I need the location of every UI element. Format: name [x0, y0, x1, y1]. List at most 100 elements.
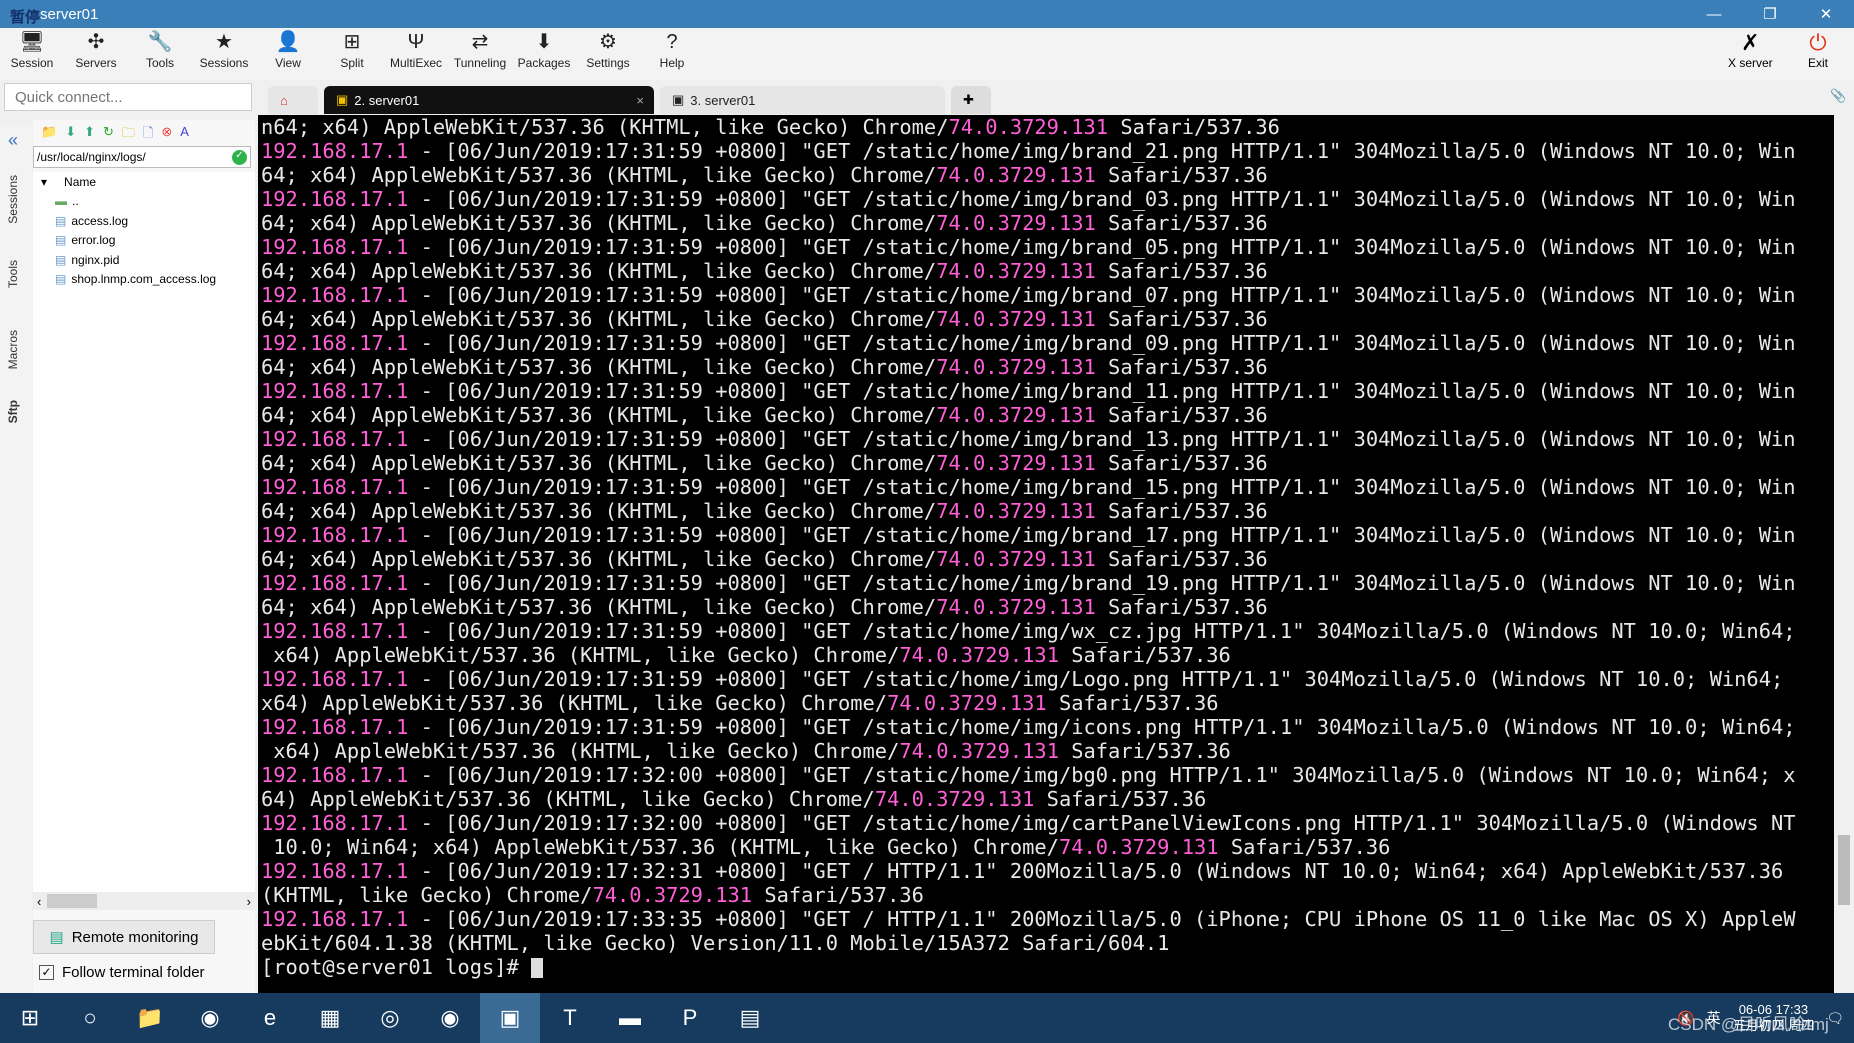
toolbar-label: Tools	[145, 56, 174, 70]
terminal-line-row: 192.168.17.1 - [06/Jun/2019:17:31:59 +08…	[258, 187, 1834, 211]
terminal-line-row: 192.168.17.1 - [06/Jun/2019:17:31:59 +08…	[258, 139, 1834, 163]
file-item[interactable]: ▤ shop.lnmp.com_access.log	[33, 270, 255, 290]
close-button[interactable]: ✕	[1798, 0, 1854, 28]
terminal-line: 192.168.17.1 - [06/Jun/2019:17:32:00 +08…	[261, 811, 1796, 835]
download-icon[interactable]: ⬇	[65, 124, 76, 140]
toolbar-servers-button[interactable]: ✣ Servers	[64, 28, 128, 80]
pdf-icon[interactable]: P	[660, 993, 720, 1043]
chrome-icon[interactable]: ◎	[360, 993, 420, 1043]
refresh-icon[interactable]: ↻	[103, 124, 114, 140]
file-item[interactable]: ▤ nginx.pid	[33, 250, 255, 270]
tab-server01-2[interactable]: ▣ 2. server01 ×	[324, 86, 654, 114]
parent-folder-icon[interactable]: 📁	[41, 124, 57, 140]
terminal-line: (KHTML, like Gecko) Chrome/74.0.3729.131…	[261, 883, 924, 907]
monitor-icon: ▤	[49, 929, 64, 946]
path-ok-icon[interactable]: ✓	[232, 150, 247, 165]
terminal-prompt[interactable]: [root@server01 logs]#	[258, 955, 1834, 979]
toolbar-label: Packages	[517, 56, 571, 70]
toolbar-multiexec-button[interactable]: Ψ MultiExec	[384, 28, 448, 80]
side-tab-sessions[interactable]: Sessions	[6, 175, 20, 224]
toolbar-session-button[interactable]: 🖥 Session	[0, 28, 64, 80]
exit-button[interactable]: ⏻ Exit	[1808, 30, 1828, 70]
side-tab-tools[interactable]: Tools	[6, 260, 20, 288]
side-tab-macros[interactable]: Macros	[6, 330, 20, 369]
file-item[interactable]: ▤ error.log	[33, 231, 255, 251]
terminal-line: 192.168.17.1 - [06/Jun/2019:17:31:59 +08…	[261, 427, 1796, 451]
start-icon[interactable]: ⊞	[0, 993, 60, 1043]
home-icon: ⌂	[280, 92, 288, 108]
attachment-icon[interactable]: 📎	[1830, 88, 1846, 104]
edge-icon[interactable]: e	[240, 993, 300, 1043]
horizontal-scrollbar[interactable]: ‹ ›	[33, 892, 255, 910]
mobaxterm-icon[interactable]: ▣	[480, 993, 540, 1043]
prompt-text: [root@server01 logs]#	[261, 955, 532, 979]
toolbar-tunneling-button[interactable]: ⇄ Tunneling	[448, 28, 512, 80]
toolbar-tools-button[interactable]: 🔧 Tools	[128, 28, 192, 80]
new-folder-icon[interactable]: 🗀	[122, 124, 135, 140]
terminal-line-row: 192.168.17.1 - [06/Jun/2019:17:31:59 +08…	[258, 475, 1834, 499]
toolbar-help-button[interactable]: ? Help	[640, 28, 704, 80]
new-tab-button[interactable]: ✚	[951, 86, 991, 114]
power-icon: ⏻	[1809, 30, 1827, 55]
tab-label: 3. server01	[690, 92, 756, 108]
close-tab-button[interactable]: ×	[636, 93, 644, 108]
terminal-line-row: 192.168.17.1 - [06/Jun/2019:17:31:59 +08…	[258, 235, 1834, 259]
terminal-icon[interactable]: ▬	[600, 993, 660, 1043]
main-toolbar: 🖥 Session ✣ Servers 🔧 Tools ★ Sessions 👤 View ⊞ Spl…	[0, 28, 1854, 80]
toolbar-view-button[interactable]: 👤 View	[256, 28, 320, 80]
side-tab-sftp[interactable]: Sftp	[6, 400, 20, 423]
name-column-header[interactable]: ▾ Name	[33, 172, 255, 192]
typora-icon[interactable]: T	[540, 993, 600, 1043]
app-icon[interactable]: ◉	[420, 993, 480, 1043]
notepad-icon[interactable]: ▤	[720, 993, 780, 1043]
title-bar: server01 暂停 — ❐ ✕	[0, 0, 1854, 28]
sftp-path-field[interactable]: /usr/local/nginx/logs/ ✓	[33, 146, 251, 168]
rename-icon[interactable]: A	[180, 124, 189, 140]
search-icon[interactable]: ○	[60, 993, 120, 1043]
minimize-button[interactable]: —	[1686, 0, 1742, 28]
terminal-line-row: 192.168.17.1 - [06/Jun/2019:17:31:59 +08…	[258, 715, 1834, 739]
toolbar-label: View	[275, 56, 301, 70]
quick-connect-input[interactable]	[4, 83, 252, 111]
toolbar-packages-button[interactable]: ⬇ Packages	[512, 28, 576, 80]
toolbar-split-button[interactable]: ⊞ Split	[320, 28, 384, 80]
file-item[interactable]: ▬..	[33, 192, 255, 212]
terminal-scrollbar[interactable]	[1834, 115, 1854, 993]
terminal-line: 192.168.17.1 - [06/Jun/2019:17:32:00 +08…	[261, 763, 1796, 787]
xserver-button[interactable]: ✗ X server	[1728, 30, 1773, 70]
terminal-line-row: 192.168.17.1 - [06/Jun/2019:17:31:59 +08…	[258, 571, 1834, 595]
terminal[interactable]: n64; x64) AppleWebKit/537.36 (KHTML, lik…	[258, 115, 1834, 993]
terminal-line: 64; x64) AppleWebKit/537.36 (KHTML, like…	[261, 355, 1268, 379]
checkbox[interactable]: ✓	[39, 965, 54, 980]
terminal-line-row: 64; x64) AppleWebKit/537.36 (KHTML, like…	[258, 547, 1834, 571]
file-name: shop.lnmp.com_access.log	[71, 272, 217, 287]
sftp-panel: 📁 ⬇ ⬆ ↻ 🗀 🗋 ⊗ A /usr/local/nginx/logs/ ✓ …	[33, 120, 255, 993]
terminal-line-row: 64; x64) AppleWebKit/537.36 (KHTML, like…	[258, 499, 1834, 523]
file-item[interactable]: ▤ access.log	[33, 211, 255, 231]
collapse-icon[interactable]: «	[8, 130, 18, 151]
restore-button[interactable]: ❐	[1742, 0, 1798, 28]
new-file-icon[interactable]: 🗋	[143, 124, 153, 140]
home-tab[interactable]: ⌂	[268, 86, 318, 114]
toolbar-label: Split	[340, 56, 364, 70]
toolbar-settings-button[interactable]: ⚙ Settings	[576, 28, 640, 80]
follow-terminal-checkbox[interactable]: ✓ Follow terminal folder	[33, 964, 255, 981]
delete-icon[interactable]: ⊗	[161, 124, 172, 140]
file-explorer-icon[interactable]: 📁	[120, 993, 180, 1043]
tab-server01-3[interactable]: ▣ 3. server01	[660, 86, 945, 114]
terminal-line-row: 192.168.17.1 - [06/Jun/2019:17:31:59 +08…	[258, 379, 1834, 403]
remote-monitoring-button[interactable]: ▤ Remote monitoring	[33, 920, 215, 954]
notification-icon[interactable]: 🗨	[1826, 1010, 1844, 1027]
tools-icon: 🔧	[147, 31, 173, 53]
upload-icon[interactable]: ⬆	[84, 124, 95, 140]
app-icon[interactable]: ◉	[180, 993, 240, 1043]
toolbar-label: MultiExec	[389, 56, 442, 70]
terminal-line-row: 64) AppleWebKit/537.36 (KHTML, like Geck…	[258, 787, 1834, 811]
terminal-line: 192.168.17.1 - [06/Jun/2019:17:31:59 +08…	[261, 667, 1784, 691]
file-tree: ▾ Name ▬.. ▤ access.log ▤ error.log ▤ nginx.pid…	[33, 172, 255, 892]
terminal-line-row: 192.168.17.1 - [06/Jun/2019:17:31:59 +08…	[258, 283, 1834, 307]
toolbar-sessions-button[interactable]: ★ Sessions	[192, 28, 256, 80]
session-icon: 🖥	[19, 31, 45, 53]
follow-terminal-label: Follow terminal folder	[62, 964, 205, 981]
excel-icon[interactable]: ▦	[300, 993, 360, 1043]
